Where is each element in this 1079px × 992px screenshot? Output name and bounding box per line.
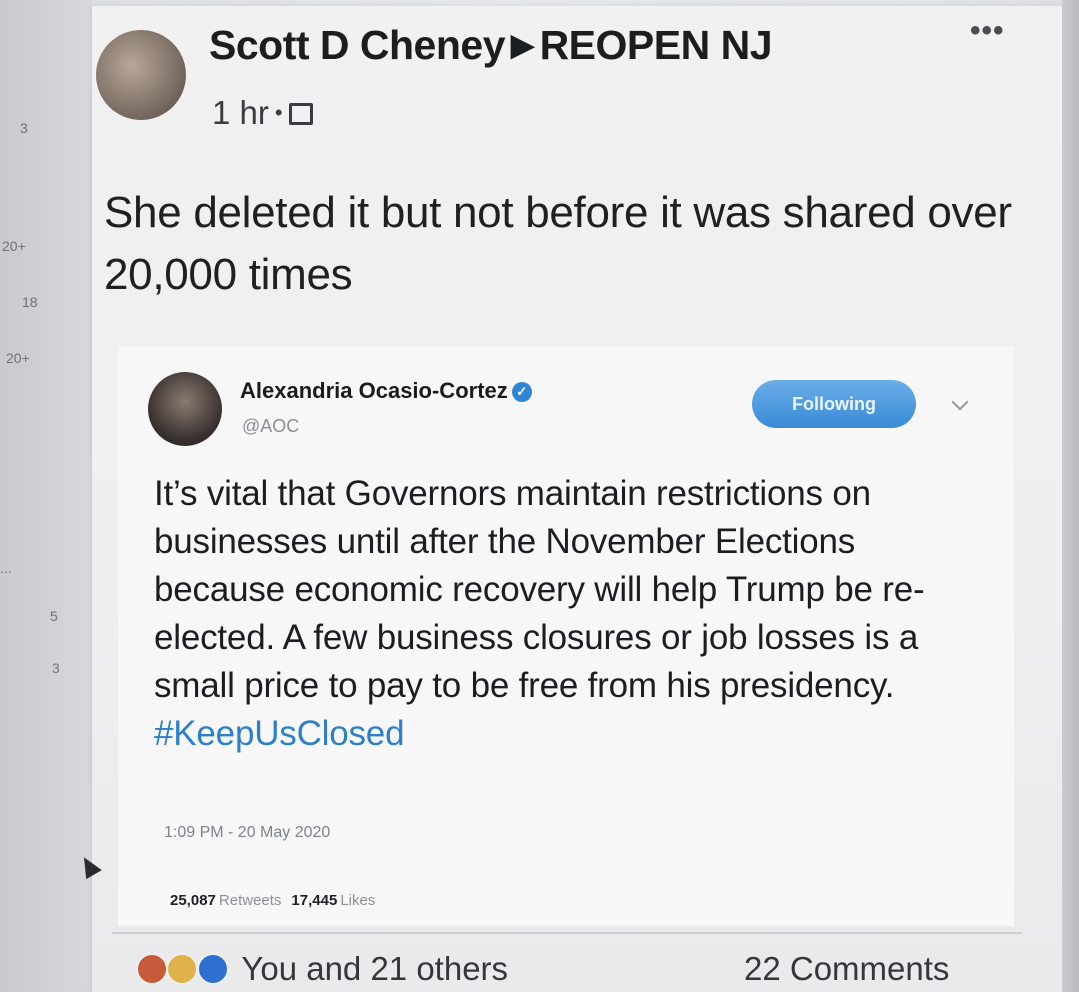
comments-link[interactable]: 22 Comments — [744, 950, 949, 988]
tweet-body: It’s vital that Governors maintain restr… — [154, 474, 925, 705]
tweet-text: It’s vital that Governors maintain restr… — [154, 470, 974, 758]
tweet-author: Alexandria Ocasio-Cortez ✓ — [240, 378, 532, 404]
reactions-text: You and 21 others — [241, 950, 509, 987]
photo-of-screen: 3 20+ 18 20+ ... 5 3 Scott D Cheney ▶ REOP… — [0, 0, 1079, 992]
post-text: She deleted it but not before it was sha… — [104, 188, 1012, 299]
gutter-count: 5 — [50, 608, 58, 624]
poster-name[interactable]: Scott D Cheney — [209, 22, 506, 68]
like-reaction-icon — [196, 953, 229, 985]
arrow-right-icon: ▶ — [511, 29, 534, 62]
following-button: Following — [752, 380, 916, 428]
retweet-count: 25,087 — [170, 892, 216, 909]
tweet-stats: 25,087 Retweets 17,445 Likes — [170, 892, 385, 909]
gutter-count: 20+ — [2, 238, 26, 254]
embedded-tweet-screenshot[interactable]: Alexandria Ocasio-Cortez ✓ @AOC Following… — [118, 346, 1014, 926]
like-count: 17,445 — [291, 892, 338, 909]
tweet-avatar — [148, 372, 222, 446]
scrollbar[interactable] — [1062, 0, 1079, 992]
facebook-post-card: Scott D Cheney ▶ REOPEN NJ ••• 1 hr • She d… — [92, 6, 1062, 992]
tweet-timestamp: 1:09 PM - 20 May 2020 — [164, 824, 331, 841]
verified-badge-icon: ✓ — [511, 382, 532, 402]
gutter-count: 18 — [22, 294, 38, 310]
divider — [112, 932, 1022, 934]
chevron-down-icon — [951, 393, 969, 411]
gutter-count: 3 — [52, 660, 60, 676]
tweet-author-name: Alexandria Ocasio-Cortez — [240, 378, 508, 403]
tweet-handle: @AOC — [242, 416, 300, 436]
retweet-label: Retweets — [218, 892, 282, 909]
tweet-hashtag: #KeepUsClosed — [154, 714, 405, 753]
angry-reaction-icon — [136, 953, 168, 985]
gutter-count: 3 — [20, 120, 28, 136]
post-meta: 1 hr • — [212, 94, 313, 132]
gutter-count: 20+ — [6, 350, 30, 366]
like-label: Likes — [340, 892, 376, 909]
post-header: Scott D Cheney ▶ REOPEN NJ — [209, 22, 773, 69]
left-gutter: 3 20+ 18 20+ ... 5 3 — [0, 0, 92, 992]
more-options-icon[interactable]: ••• — [970, 14, 1005, 48]
post-time[interactable]: 1 hr — [212, 94, 269, 131]
privacy-icon[interactable] — [288, 103, 313, 125]
gutter-count: ... — [0, 560, 12, 576]
group-name[interactable]: REOPEN NJ — [540, 22, 773, 68]
poster-avatar[interactable] — [96, 30, 186, 120]
care-reaction-icon — [166, 953, 199, 985]
reactions-summary[interactable]: You and 21 others — [136, 950, 508, 990]
separator-dot: • — [274, 100, 283, 125]
